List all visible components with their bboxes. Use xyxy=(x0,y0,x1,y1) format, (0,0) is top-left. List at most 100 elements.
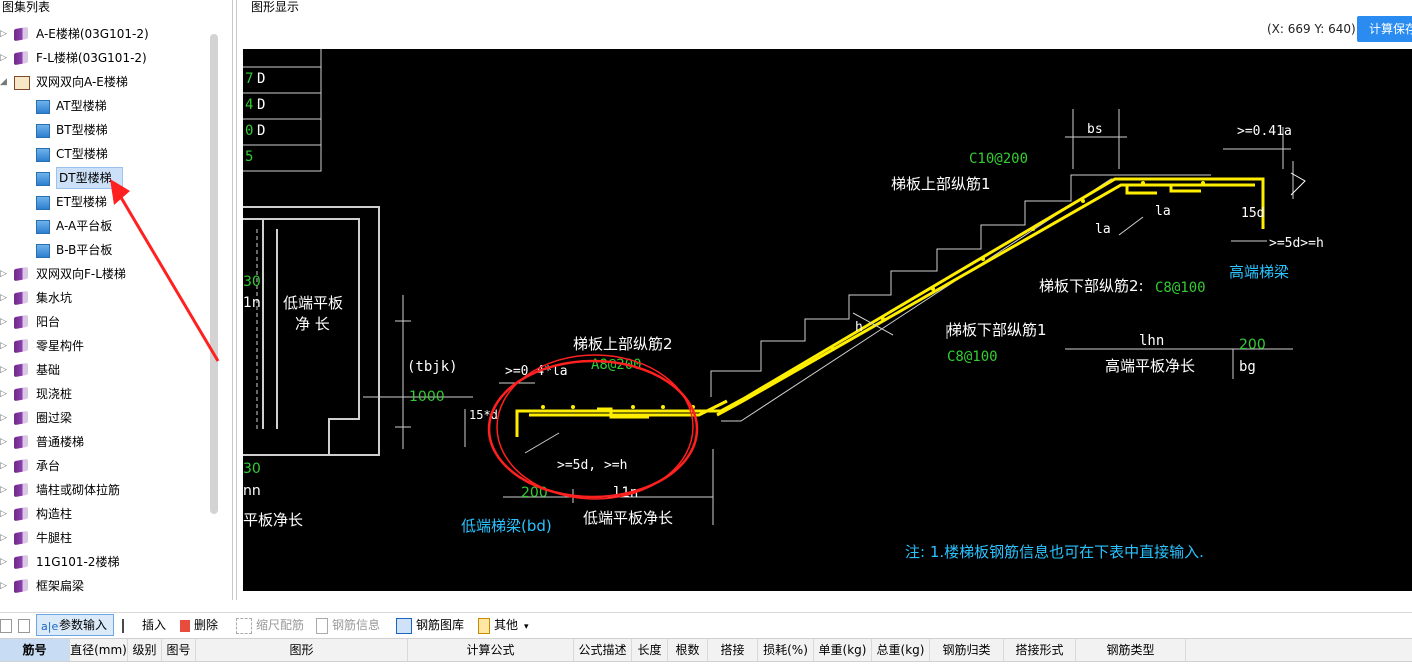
open-book-icon xyxy=(14,76,30,90)
collapsed-arrow-icon[interactable]: ▷ xyxy=(0,22,10,46)
collapsed-arrow-icon[interactable]: ▷ xyxy=(0,46,10,70)
collapsed-arrow-icon[interactable]: ▷ xyxy=(0,430,10,454)
tree-item[interactable]: ▷ 承台 xyxy=(0,454,222,478)
collapsed-arrow-icon[interactable]: ▷ xyxy=(0,358,10,382)
tree-item[interactable]: ▷ 牛腿柱 xyxy=(0,526,222,550)
tree-item[interactable]: ▷ 构造柱 xyxy=(0,502,222,526)
param-input-icon: a|e xyxy=(41,620,59,633)
grid-column-header[interactable]: 搭接 xyxy=(708,639,758,661)
tree-item[interactable]: ◢ 双网双向A-E楼梯 xyxy=(0,70,222,94)
collapsed-arrow-icon[interactable]: ▷ xyxy=(0,382,10,406)
tree-item[interactable]: ▷ 框架扁梁 xyxy=(0,574,222,598)
collapsed-arrow-icon[interactable]: ▷ xyxy=(0,334,10,358)
label-top-bar-1: 梯板上部纵筋1 xyxy=(891,175,991,193)
doc-icon xyxy=(36,196,50,210)
label-041a: >=0.41a xyxy=(1237,124,1292,139)
info-icon xyxy=(316,617,328,634)
tree-item[interactable]: ▷ 11G101-2楼梯 xyxy=(0,550,222,574)
table-row-1-letter: D xyxy=(257,71,265,87)
calculate-save-button[interactable]: 计算保存 xyxy=(1357,16,1412,42)
tree-item[interactable]: CT型楼梯 xyxy=(0,142,222,166)
move-up-icon[interactable] xyxy=(0,615,16,635)
grid-column-header[interactable]: 图号 xyxy=(162,639,196,661)
tree-item[interactable]: BT型楼梯 xyxy=(0,118,222,142)
label-15d-high: 15d xyxy=(1241,206,1264,221)
tree-item[interactable]: ▷ 圈过梁 xyxy=(0,406,222,430)
collapsed-arrow-icon[interactable]: ▷ xyxy=(0,550,10,574)
move-down-icon[interactable] xyxy=(18,615,34,635)
rebar-info-label: 钢筋信息 xyxy=(332,618,381,632)
left-label-1n: 1n xyxy=(243,295,261,311)
label-h: h xyxy=(855,320,863,335)
delete-button[interactable]: 删除 xyxy=(180,615,218,635)
grid-column-header[interactable]: 单重(kg) xyxy=(814,639,872,661)
grid-column-header[interactable]: 损耗(%) xyxy=(758,639,814,661)
book-icon xyxy=(14,26,28,42)
grid-column-header[interactable]: 公式描述 xyxy=(574,639,632,661)
tree-item-label: 基础 xyxy=(36,363,61,377)
grid-column-header[interactable]: 直径(mm) xyxy=(70,639,128,661)
grid-column-header[interactable]: 总重(kg) xyxy=(872,639,930,661)
grid-column-header[interactable]: 钢筋类型 xyxy=(1076,639,1186,661)
grid-column-header[interactable]: 长度 xyxy=(632,639,668,661)
rebar-library-button[interactable]: 钢筋图库 xyxy=(396,615,464,635)
tree-item-label: F-L楼梯(03G101-2) xyxy=(36,51,147,65)
tree-item-label: 现浇桩 xyxy=(36,387,73,401)
other-button[interactable]: 其他 ▾ xyxy=(478,615,529,635)
collapsed-arrow-icon[interactable]: ▷ xyxy=(0,478,10,502)
label-bs: bs xyxy=(1087,122,1103,137)
library-icon xyxy=(396,617,412,634)
stair-drawing: 7 D 4 D 0 D 5 30 1n 低端平板 净 长 30 nn 平板净长 xyxy=(243,49,1324,561)
collapsed-arrow-icon[interactable]: ▷ xyxy=(0,310,10,334)
collapsed-arrow-icon[interactable]: ▷ xyxy=(0,574,10,598)
label-top-bar-2: 梯板上部纵筋2 xyxy=(573,335,673,353)
left-net-length: 净 长 xyxy=(295,315,330,333)
scale-rebar-label: 缩尺配筋 xyxy=(256,618,305,632)
label-lhn: lhn xyxy=(1139,333,1164,349)
tree-item[interactable]: ▷ 普通楼梯 xyxy=(0,430,222,454)
label-1000: 1000 xyxy=(409,389,445,405)
label-bg: bg xyxy=(1239,359,1256,375)
tree-item-label: 圈过梁 xyxy=(36,411,73,425)
book-icon xyxy=(14,506,28,522)
rebar-grid-header: 筋号 直径(mm) 级别 图号 图形 计算公式 公式描述 长度 根数 搭接 损耗(%) 单重(kg) 总… xyxy=(0,638,1412,662)
param-input-button[interactable]: a|e 参数输入 xyxy=(36,614,115,636)
drawing-note: 注: 1.楼梯板钢筋信息也可在下表中直接输入. xyxy=(905,543,1204,561)
param-input-label: 参数输入 xyxy=(59,618,108,632)
tree-item[interactable]: AT型楼梯 xyxy=(0,94,222,118)
doc-icon xyxy=(36,220,50,234)
grid-column-header[interactable]: 根数 xyxy=(668,639,708,661)
collapsed-arrow-icon[interactable]: ▷ xyxy=(0,262,10,286)
collapsed-arrow-icon[interactable]: ▷ xyxy=(0,286,10,310)
collapsed-arrow-icon[interactable]: ▷ xyxy=(0,526,10,550)
expanded-arrow-icon[interactable]: ◢ xyxy=(0,70,10,94)
grid-column-header[interactable]: 计算公式 xyxy=(408,639,574,661)
label-bottom-bar-2: 梯板下部纵筋2: xyxy=(1039,277,1144,295)
grid-column-header[interactable]: 图形 xyxy=(196,639,408,661)
doc-icon xyxy=(36,172,50,186)
delete-label: 删除 xyxy=(194,618,219,632)
rebar-info-button[interactable]: 钢筋信息 xyxy=(316,615,380,635)
left-label-30a: 30 xyxy=(243,274,261,290)
grid-column-header[interactable]: 钢筋归类 xyxy=(930,639,1004,661)
label-la-lower: la xyxy=(1095,222,1111,237)
tree-item[interactable]: ▷ F-L楼梯(03G101-2) xyxy=(0,46,222,70)
grid-column-header[interactable]: 级别 xyxy=(128,639,162,661)
insert-button[interactable]: 插入 xyxy=(122,615,166,635)
label-200-high: 200 xyxy=(1239,337,1266,353)
collapsed-arrow-icon[interactable]: ▷ xyxy=(0,454,10,478)
tree-item-label: 11G101-2楼梯 xyxy=(36,555,120,569)
label-high-stair-beam: 高端梯梁 xyxy=(1229,263,1289,281)
tree-item[interactable]: ▷ A-E楼梯(03G101-2) xyxy=(0,22,222,46)
tree-item[interactable]: ▷ 现浇桩 xyxy=(0,382,222,406)
grid-column-header[interactable]: 筋号 xyxy=(0,639,70,661)
grid-column-header[interactable]: 搭接形式 xyxy=(1004,639,1076,661)
tree-item[interactable]: ▷ 墙柱或砌体拉筋 xyxy=(0,478,222,502)
collapsed-arrow-icon[interactable]: ▷ xyxy=(0,502,10,526)
scale-rebar-button[interactable]: 缩尺配筋 xyxy=(236,615,304,635)
table-row-4-num: 5 xyxy=(245,149,253,165)
label-5d-h-low: >=5d, >=h xyxy=(557,458,627,473)
tree-item-label: 阳台 xyxy=(36,315,61,329)
drawing-canvas[interactable]: 7 D 4 D 0 D 5 30 1n 低端平板 净 长 30 nn 平板净长 xyxy=(243,49,1412,591)
collapsed-arrow-icon[interactable]: ▷ xyxy=(0,406,10,430)
